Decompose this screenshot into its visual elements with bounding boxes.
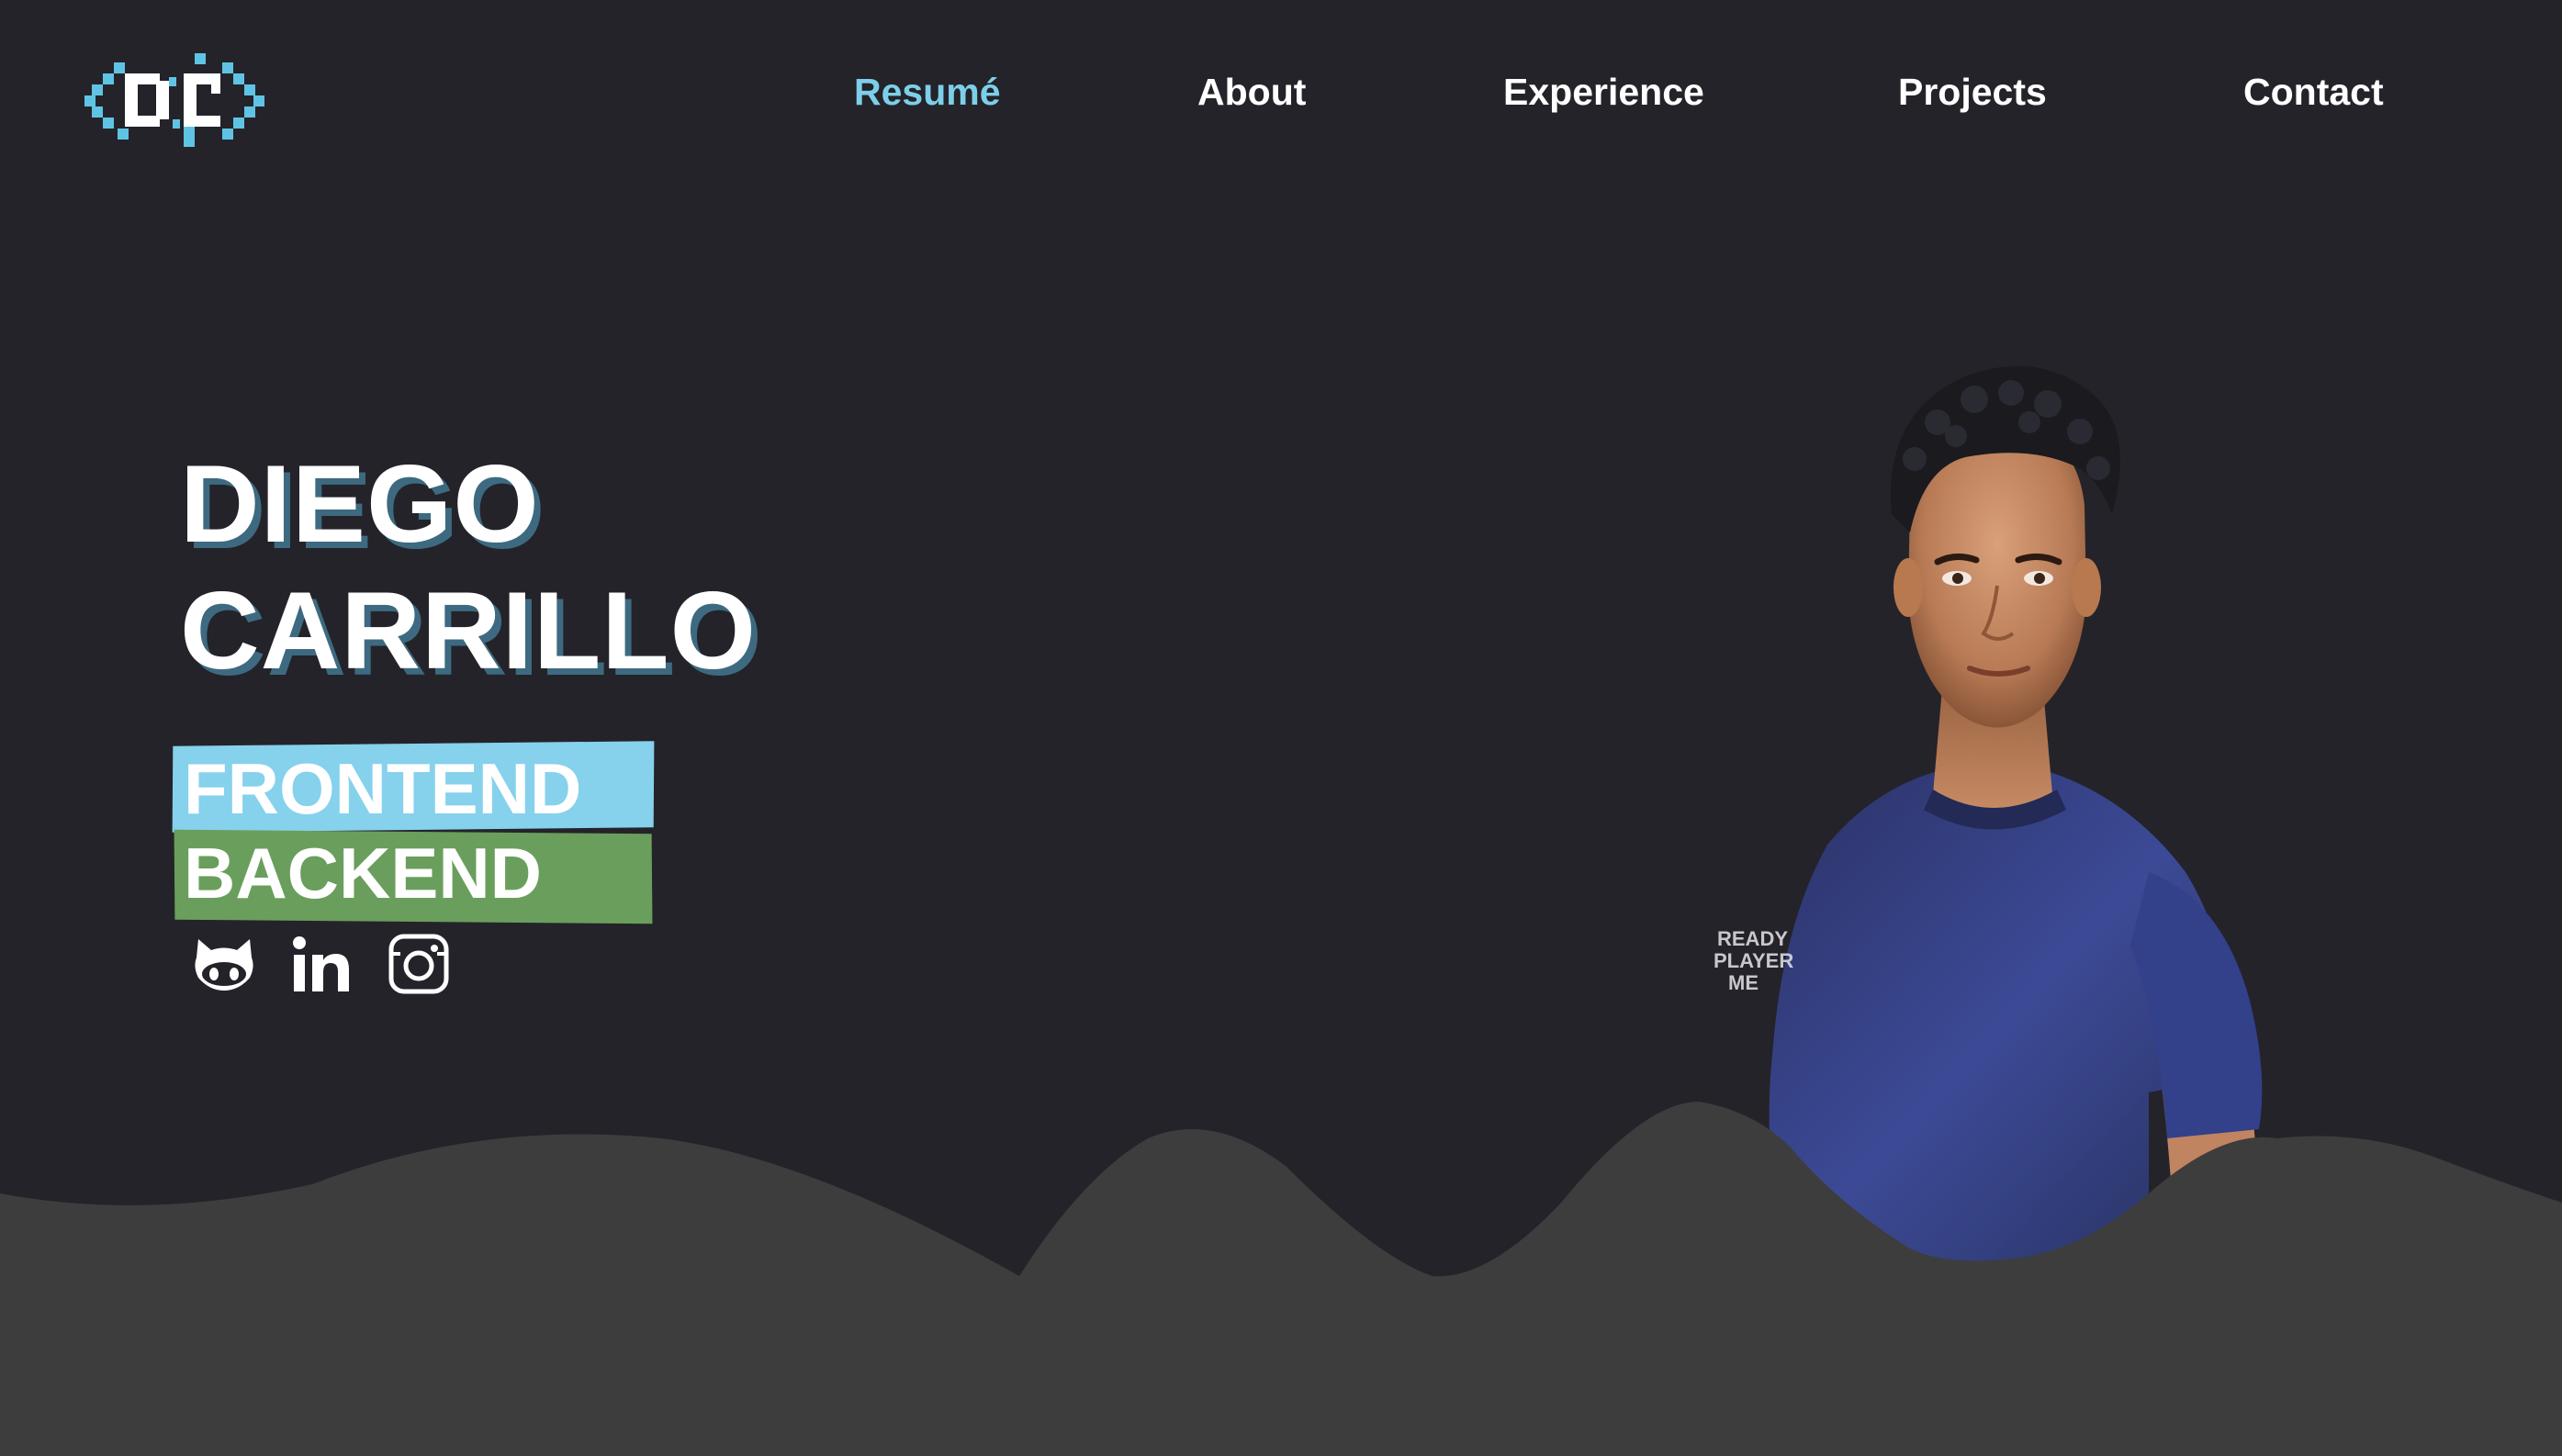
svg-text:READY: READY <box>1717 927 1788 950</box>
nav-item-contact[interactable]: Contact <box>2243 64 2384 119</box>
hero-name: DIEGO CARRILLO <box>180 441 757 694</box>
page: Resumé About Experience Projects Contact… <box>0 0 2562 1456</box>
nav-item-experience[interactable]: Experience <box>1503 64 1704 119</box>
svg-text:ME: ME <box>1728 971 1759 994</box>
linkedin-icon[interactable] <box>290 933 353 995</box>
hero-last-name: CARRILLO <box>180 569 757 692</box>
wave-decoration <box>0 1102 2562 1456</box>
hero-first-name: DIEGO <box>180 442 540 566</box>
frontend-tag: FRONTEND <box>184 748 582 829</box>
nav-item-about[interactable]: About <box>1197 64 1306 119</box>
social-links <box>193 933 450 995</box>
nav-item-resume[interactable]: Resumé <box>854 64 1001 119</box>
github-icon[interactable] <box>193 933 255 995</box>
backend-tag: BACKEND <box>184 833 542 913</box>
nav-item-projects[interactable]: Projects <box>1898 64 2047 119</box>
instagram-icon[interactable] <box>388 933 450 995</box>
main-nav: Resumé About Experience Projects Contact <box>0 64 2562 119</box>
svg-text:PLAYER: PLAYER <box>1714 949 1793 972</box>
